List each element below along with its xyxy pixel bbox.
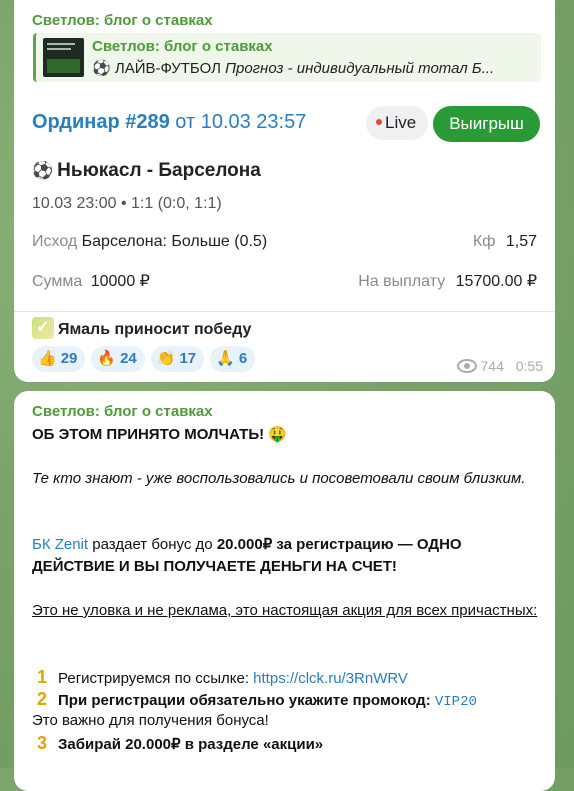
match-title: ⚽ Ньюкасл - Барселона bbox=[32, 160, 261, 182]
clapping-hands-icon: 👏 bbox=[156, 350, 176, 367]
soccer-ball-icon: ⚽ bbox=[92, 60, 111, 77]
step-1: 1 Регистрируемся по ссылке: https://clck.… bbox=[32, 666, 542, 690]
message-bubble-bet: Светлов: блог о ставках Светлов: блог о … bbox=[14, 0, 555, 382]
live-badge[interactable]: Live bbox=[366, 106, 428, 140]
outcome-value: Барселона: Больше (0.5) bbox=[81, 233, 268, 250]
bk-zenit-link[interactable]: БК Zenit bbox=[32, 536, 88, 553]
sum-row: Сумма 10000 ₽ bbox=[32, 271, 150, 291]
digit-one-icon: 1 bbox=[36, 667, 47, 687]
promo-bonus-paragraph: БК Zenit раздает бонус до 20.000₽ за рег… bbox=[32, 534, 542, 578]
step-3-text: Забирай 20.000₽ в разделе «акции» bbox=[58, 736, 324, 753]
caption-text: Ямаль приносит победу bbox=[58, 321, 252, 339]
channel-name[interactable]: Светлов: блог о ставках bbox=[32, 403, 213, 420]
outcome-row: Исход Барселона: Больше (0.5) bbox=[32, 233, 267, 251]
message-time: 0:55 bbox=[515, 358, 543, 374]
digit-two-icon: 2 bbox=[36, 689, 47, 709]
order-date: от 10.03 23:57 bbox=[175, 111, 307, 133]
match-meta: 10.03 23:00 • 1:1 (0:0, 1:1) bbox=[32, 195, 222, 212]
reply-thumbnail bbox=[43, 38, 84, 77]
reaction-thumbs-up[interactable]: 👍 29 bbox=[32, 346, 86, 372]
channel-name[interactable]: Светлов: блог о ставках bbox=[32, 12, 213, 29]
view-count: 744 bbox=[480, 358, 504, 374]
post-caption: ✓ Ямаль приносит победу bbox=[32, 317, 252, 341]
step-2-note: Это важно для получения бонуса! bbox=[32, 712, 269, 729]
promo-code[interactable]: VIP20 bbox=[435, 694, 477, 710]
divider bbox=[14, 311, 555, 312]
order-heading: Ординар #289 от 10.03 23:57 bbox=[32, 111, 306, 134]
reaction-count: 6 bbox=[238, 350, 248, 367]
promo-headline: ОБ ЭТОМ ПРИНЯТО МОЛЧАТЬ! 🤑 bbox=[32, 424, 542, 446]
headline-text: ОБ ЭТОМ ПРИНЯТО МОЛЧАТЬ! bbox=[32, 426, 265, 443]
payout-value: 15700.00 ₽ bbox=[455, 273, 537, 290]
coef-label: Кф bbox=[472, 233, 496, 250]
match-name: Ньюкасл - Барселона bbox=[57, 160, 261, 181]
soccer-ball-icon: ⚽ bbox=[32, 161, 54, 180]
reply-text: ⚽ ЛАЙВ-ФУТБОЛ Прогноз - индивидуальный т… bbox=[92, 59, 540, 77]
reaction-count: 29 bbox=[60, 350, 78, 367]
live-dot-icon bbox=[376, 118, 382, 125]
digit-three-icon: 3 bbox=[36, 733, 47, 753]
sum-value: 10000 ₽ bbox=[90, 273, 150, 290]
promo-italic-text: Те кто знают - уже воспользовались и пос… bbox=[32, 470, 526, 487]
sum-label: Сумма bbox=[32, 273, 83, 290]
reaction-count: 17 bbox=[179, 350, 197, 367]
registration-link[interactable]: https://clck.ru/3RnWRV bbox=[253, 670, 408, 687]
reply-snippet: Прогноз - индивидуальный тотал Б... bbox=[225, 60, 495, 77]
thumbs-up-icon: 👍 bbox=[38, 350, 57, 367]
step-3: 3 Забирай 20.000₽ в разделе «акции» bbox=[32, 732, 542, 756]
outcome-label: Исход bbox=[32, 233, 78, 250]
fire-icon: 🔥 bbox=[97, 350, 117, 367]
reply-preview[interactable]: Светлов: блог о ставках ⚽ ЛАЙВ-ФУТБОЛ Пр… bbox=[33, 33, 541, 82]
payout-label: На выплату bbox=[358, 273, 446, 290]
reactions-bar: 👍 29 🔥 24 👏 17 🙏 6 bbox=[32, 346, 261, 372]
coef-row: Кф 1,57 bbox=[473, 233, 537, 251]
check-mark-icon: ✓ bbox=[32, 317, 54, 339]
reply-author: Светлов: блог о ставках bbox=[92, 38, 273, 55]
step-1-text: Регистрируемся по ссылке: bbox=[58, 670, 249, 687]
reaction-pray[interactable]: 🙏 6 bbox=[210, 346, 256, 372]
coef-value: 1,57 bbox=[505, 233, 537, 250]
money-face-icon: 🤑 bbox=[268, 426, 287, 443]
eye-icon bbox=[456, 359, 477, 374]
message-meta: 744 0:55 bbox=[456, 358, 543, 374]
payout-row: На выплату 15700.00 ₽ bbox=[358, 271, 537, 291]
reply-prefix: ЛАЙВ-ФУТБОЛ bbox=[114, 60, 221, 77]
order-number: Ординар #289 bbox=[32, 111, 170, 133]
reaction-fire[interactable]: 🔥 24 bbox=[91, 346, 145, 372]
praying-hands-icon: 🙏 bbox=[216, 350, 235, 367]
live-label: Live bbox=[385, 113, 417, 132]
reaction-count: 24 bbox=[120, 350, 137, 367]
win-status-button[interactable]: Выигрыш bbox=[433, 106, 540, 142]
bonus-text: раздает бонус до bbox=[92, 536, 213, 553]
reaction-clap[interactable]: 👏 17 bbox=[150, 346, 205, 372]
step-2-text: При регистрации обязательно укажите пром… bbox=[58, 692, 431, 709]
message-bubble-promo: Светлов: блог о ставках ОБ ЭТОМ ПРИНЯТО … bbox=[14, 391, 555, 791]
promo-underlined-text: Это не уловка и не реклама, это настояща… bbox=[32, 602, 538, 619]
